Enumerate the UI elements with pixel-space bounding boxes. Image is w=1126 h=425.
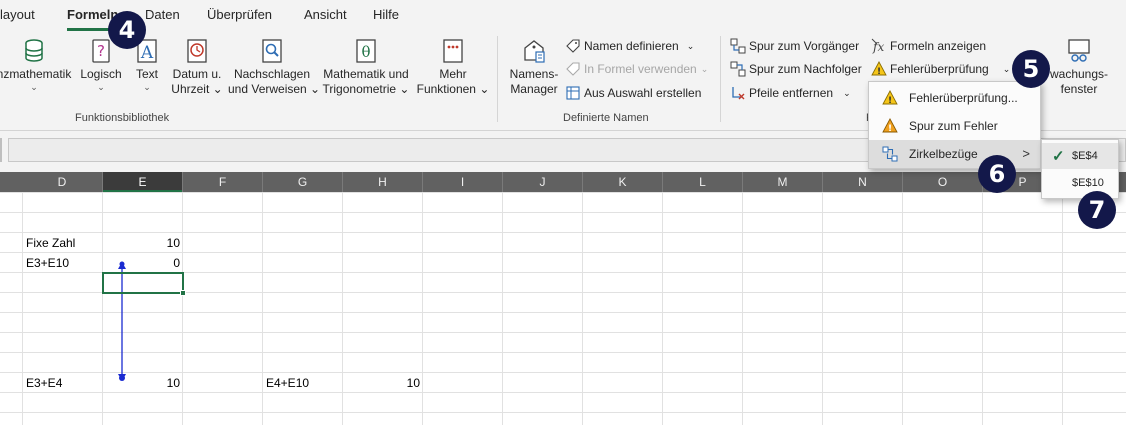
svg-text:!: ! bbox=[877, 67, 881, 77]
chevron-down-icon: ⌄ bbox=[700, 63, 709, 74]
menu-bar: layout Formeln Daten Überprüfen Ansicht … bbox=[0, 0, 1126, 32]
question-book-icon: ? bbox=[92, 39, 110, 63]
ribbon-separator bbox=[497, 36, 498, 122]
tab-daten[interactable]: Daten bbox=[145, 7, 180, 22]
remove-arrows-icon bbox=[730, 85, 746, 101]
cell-d5[interactable]: E3+E10 bbox=[26, 253, 69, 273]
circular-references-submenu: ✓ $E$4 $E$10 bbox=[1041, 139, 1119, 199]
watch-window-button[interactable]: wachungs- fenster bbox=[1044, 38, 1114, 97]
tab-hilfe[interactable]: Hilfe bbox=[373, 7, 399, 22]
database-icon bbox=[25, 39, 43, 62]
trace-dependents-button[interactable]: Spur zum Nachfolger bbox=[730, 59, 862, 79]
trace-precedents-button[interactable]: Spur zum Vorgänger bbox=[730, 36, 859, 56]
cell-d10[interactable]: E3+E4 bbox=[26, 373, 62, 393]
svg-text:!: ! bbox=[888, 124, 892, 134]
column-header-i[interactable]: I bbox=[423, 172, 503, 192]
column-header-l[interactable]: L bbox=[663, 172, 743, 192]
column-header-f[interactable]: F bbox=[183, 172, 263, 192]
chevron-down-icon: ⌄ bbox=[1002, 63, 1011, 74]
show-formulas-button[interactable]: fx Formeln anzeigen bbox=[871, 36, 986, 56]
math-trig-button[interactable]: θ Mathematik und Trigonometrie ⌄ bbox=[320, 38, 412, 97]
tag-icon bbox=[565, 38, 581, 54]
column-header-j[interactable]: J bbox=[503, 172, 583, 192]
cell-g10[interactable]: E4+E10 bbox=[266, 373, 309, 393]
column-header-n[interactable]: N bbox=[823, 172, 903, 192]
svg-text:A: A bbox=[140, 43, 154, 63]
create-from-selection-button[interactable]: Aus Auswahl erstellen bbox=[565, 83, 701, 103]
define-name-button[interactable]: Namen definieren ⌄ bbox=[565, 36, 694, 56]
check-icon: ✓ bbox=[1052, 148, 1065, 165]
fill-handle[interactable] bbox=[180, 290, 186, 296]
lookup-reference-button[interactable]: Nachschlagen und Verweisen ⌄ bbox=[228, 38, 320, 97]
step-badge-4: 4 bbox=[108, 11, 146, 49]
clock-icon bbox=[187, 39, 207, 63]
trace-dependents-icon bbox=[730, 61, 746, 77]
warning-check-icon: ! bbox=[882, 90, 898, 106]
watch-glasses-icon bbox=[1068, 39, 1090, 62]
chevron-down-icon: ⌄ bbox=[843, 87, 851, 98]
column-header-e[interactable]: E bbox=[103, 172, 183, 192]
theta-icon: θ bbox=[356, 39, 376, 63]
trace-precedents-icon bbox=[730, 38, 746, 54]
column-header-d[interactable]: D bbox=[22, 172, 103, 192]
circular-reference-icon bbox=[882, 146, 898, 162]
name-box-edge bbox=[0, 138, 2, 162]
more-functions-button[interactable]: Mehr Funktionen ⌄ bbox=[415, 38, 491, 97]
warning-check-icon: ! bbox=[871, 61, 887, 77]
more-dots-icon bbox=[443, 39, 463, 63]
warning-icon: ! bbox=[882, 118, 898, 134]
magnifier-book-icon bbox=[262, 39, 282, 63]
svg-text:!: ! bbox=[888, 96, 892, 106]
cell-d4[interactable]: Fixe Zahl bbox=[26, 233, 75, 253]
step-badge-6: 6 bbox=[978, 155, 1016, 193]
fx-icon: fx bbox=[871, 38, 887, 54]
submenu-item-e4[interactable]: ✓ $E$4 bbox=[1042, 143, 1118, 169]
use-in-formula-button[interactable]: In Formel verwenden ⌄ bbox=[565, 59, 708, 79]
step-badge-7: 7 bbox=[1078, 191, 1116, 229]
fx-tag-icon bbox=[565, 61, 581, 77]
tag-list-icon bbox=[524, 40, 545, 63]
error-checking-button[interactable]: ! Fehlerüberprüfung ⌄ bbox=[871, 59, 1010, 79]
grid-create-icon bbox=[565, 85, 581, 101]
chevron-right-icon: > bbox=[1022, 146, 1030, 161]
chevron-down-icon: ⌄ bbox=[686, 40, 695, 51]
cell-e4[interactable]: 10 bbox=[104, 233, 180, 253]
remove-arrows-button[interactable]: Pfeile entfernen ⌄ bbox=[730, 83, 851, 103]
menu-item-trace-error[interactable]: ! Spur zum Fehler bbox=[869, 112, 1040, 140]
column-headers: D E F G H I J K L M N O P bbox=[0, 172, 1126, 192]
svg-text:?: ? bbox=[97, 42, 105, 60]
tab-layout[interactable]: layout bbox=[0, 7, 35, 22]
date-time-button[interactable]: Datum u. Uhrzeit ⌄ bbox=[168, 38, 226, 97]
column-header-k[interactable]: K bbox=[583, 172, 663, 192]
column-header-o[interactable]: O bbox=[903, 172, 983, 192]
menu-item-error-checking[interactable]: ! Fehlerüberprüfung... bbox=[869, 84, 1040, 112]
group-label-function-library: Funktionsbibliothek bbox=[75, 112, 170, 124]
error-checking-menu: ! Fehlerüberprüfung... ! Spur zum Fehler… bbox=[868, 81, 1041, 169]
ribbon-separator bbox=[720, 36, 721, 122]
menu-item-circular-references[interactable]: Zirkelbezüge > bbox=[869, 140, 1040, 168]
step-badge-5: 5 bbox=[1012, 50, 1050, 88]
name-manager-button[interactable]: Namens- Manager bbox=[505, 38, 563, 97]
column-header-h[interactable]: H bbox=[343, 172, 423, 192]
tab-ansicht[interactable]: Ansicht bbox=[304, 7, 347, 22]
column-header-m[interactable]: M bbox=[743, 172, 823, 192]
group-label-defined-names: Definierte Namen bbox=[563, 112, 649, 124]
svg-text:fx: fx bbox=[872, 40, 884, 54]
column-header-g[interactable]: G bbox=[263, 172, 343, 192]
cell-h10[interactable]: 10 bbox=[344, 373, 420, 393]
submenu-item-e10[interactable]: $E$10 bbox=[1042, 170, 1118, 196]
tab-ueberpruefen[interactable]: Überprüfen bbox=[207, 7, 272, 22]
svg-text:θ: θ bbox=[361, 43, 370, 61]
active-cell-selection bbox=[102, 272, 184, 294]
finance-math-button[interactable]: nzmathematik ⌄ bbox=[0, 38, 74, 92]
